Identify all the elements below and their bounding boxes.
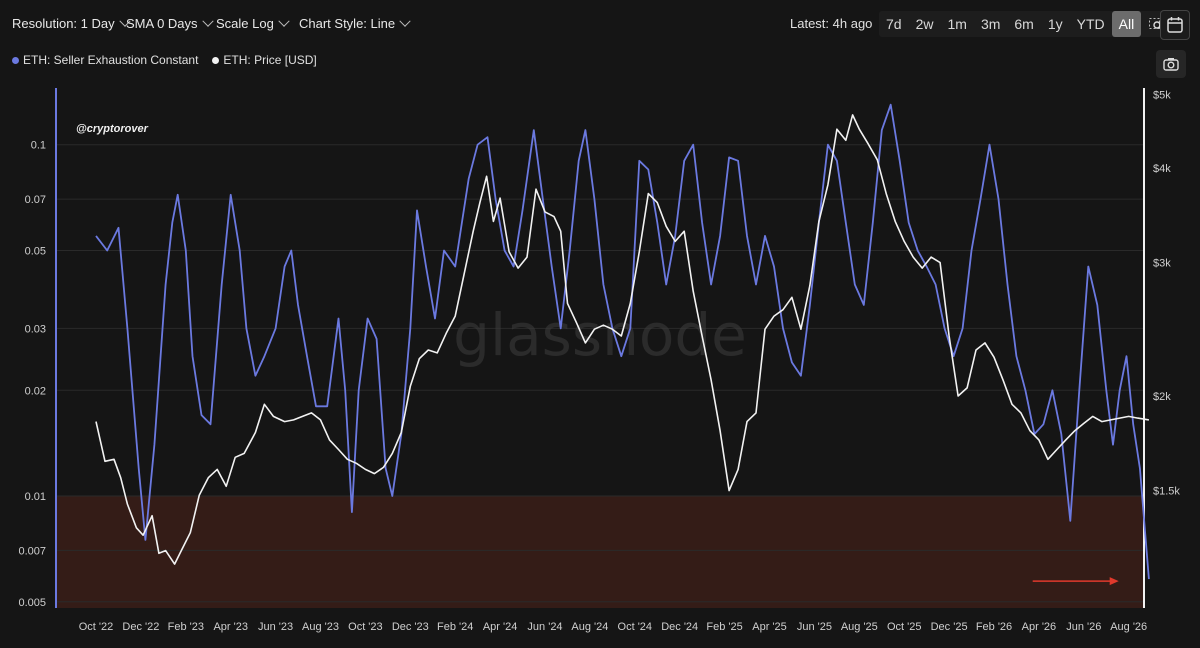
x-axis-tick: Feb '23 — [168, 621, 204, 633]
x-axis-tick: Feb '26 — [976, 621, 1012, 633]
x-axis-tick: Aug '26 — [1110, 621, 1147, 633]
resolution-dropdown[interactable]: Resolution: 1 Day — [12, 14, 131, 34]
right-axis-tick: $2k — [1153, 391, 1171, 403]
x-axis-tick: Dec '25 — [931, 621, 968, 633]
chart-canvas[interactable]: 0.005 0.007 0.01 0.02 0.03 0.05 0.07 0.1 $1.5k $2… — [0, 80, 1200, 648]
x-axis-tick: Apr '23 — [213, 621, 248, 633]
legend-dot — [212, 56, 220, 64]
x-axis-tick: Feb '24 — [437, 621, 473, 633]
left-axis-tick: 0.07 — [25, 194, 46, 206]
right-axis-tick: $1.5k — [1153, 486, 1180, 498]
legend-item-price[interactable]: ETH: Price [USD] — [212, 52, 317, 68]
x-axis-tick: Aug '24 — [571, 621, 608, 633]
range-1m-button[interactable]: 1m — [940, 11, 973, 37]
x-axis-tick: Apr '26 — [1022, 621, 1057, 633]
x-axis-tick: Feb '25 — [706, 621, 742, 633]
chart-style-dropdown[interactable]: Chart Style: Line — [299, 14, 411, 34]
legend-dot — [12, 56, 19, 64]
x-axis-tick: Apr '24 — [483, 621, 518, 633]
x-axis-tick: Aug '23 — [302, 621, 339, 633]
chevron-down-icon — [201, 15, 214, 27]
scale-dropdown[interactable]: Scale Log — [216, 14, 290, 34]
chart-style-label: Chart Style: Line — [299, 16, 396, 31]
x-axis-tick: Jun '26 — [1066, 621, 1101, 633]
legend-label: ETH: Seller Exhaustion Constant — [23, 53, 199, 67]
x-axis-tick: Apr '25 — [752, 621, 787, 633]
legend-label: ETH: Price [USD] — [223, 53, 317, 67]
x-axis-tick: Oct '25 — [887, 621, 922, 633]
left-axis-tick: 0.005 — [18, 597, 46, 609]
x-axis-tick: Jun '23 — [258, 621, 293, 633]
right-axis-tick: $4k — [1153, 163, 1171, 175]
low-zone-band — [56, 496, 1144, 608]
right-axis-tick: $3k — [1153, 258, 1171, 270]
left-axis-tick: 0.1 — [31, 140, 46, 152]
x-axis-tick: Jun '24 — [527, 621, 562, 633]
range-selector: 7d 2w 1m 3m 6m 1y YTD All — [879, 11, 1172, 37]
sma-label: SMA 0 Days — [126, 16, 198, 31]
right-axis-tick: $5k — [1153, 90, 1171, 102]
range-6m-button[interactable]: 6m — [1007, 11, 1040, 37]
range-2w-button[interactable]: 2w — [909, 11, 941, 37]
left-axis-tick: 0.02 — [25, 385, 46, 397]
toolbar: Resolution: 1 Day SMA 0 Days Scale Log C… — [0, 0, 1200, 48]
sma-dropdown[interactable]: SMA 0 Days — [126, 14, 214, 34]
x-axis-tick: Oct '24 — [618, 621, 653, 633]
x-axis-tick: Oct '23 — [348, 621, 383, 633]
range-7d-button[interactable]: 7d — [879, 11, 909, 37]
left-axis-tick: 0.03 — [25, 323, 46, 335]
chevron-down-icon — [399, 15, 411, 27]
range-ytd-button[interactable]: YTD — [1070, 11, 1112, 37]
range-all-button[interactable]: All — [1111, 11, 1142, 37]
range-3m-button[interactable]: 3m — [974, 11, 1007, 37]
calendar-icon[interactable] — [1160, 10, 1190, 40]
left-axis-tick: 0.05 — [25, 245, 46, 257]
left-axis-tick: 0.007 — [18, 545, 46, 557]
x-axis-tick: Aug '25 — [841, 621, 878, 633]
scale-label: Scale Log — [216, 16, 274, 31]
x-axis-tick: Jun '25 — [797, 621, 832, 633]
x-axis-tick: Dec '23 — [392, 621, 429, 633]
x-axis-tick: Oct '22 — [79, 621, 114, 633]
credit-label: @cryptorover — [76, 123, 149, 135]
chart-legend: ETH: Seller Exhaustion Constant ETH: Pri… — [12, 52, 317, 68]
range-1y-button[interactable]: 1y — [1041, 11, 1070, 37]
left-axis-tick: 0.01 — [25, 491, 46, 503]
chevron-down-icon — [278, 15, 290, 27]
x-axis-tick: Dec '22 — [122, 621, 159, 633]
legend-item-seller-exhaustion[interactable]: ETH: Seller Exhaustion Constant — [12, 52, 198, 68]
resolution-label: Resolution: 1 Day — [12, 16, 115, 31]
watermark-text: glassnode — [453, 301, 747, 369]
x-axis-tick: Dec '24 — [661, 621, 698, 633]
latest-update: Latest: 4h ago — [790, 16, 873, 31]
camera-icon[interactable] — [1156, 50, 1186, 78]
